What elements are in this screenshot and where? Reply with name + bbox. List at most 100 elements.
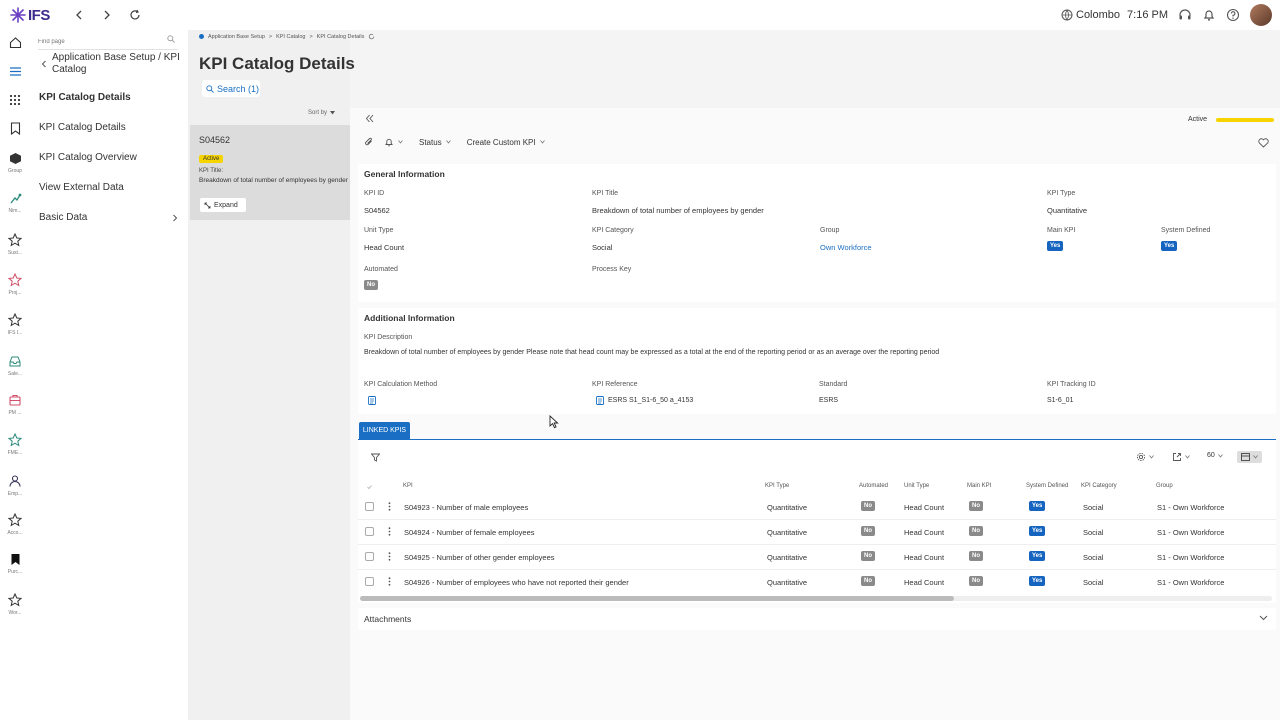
user-avatar[interactable] [1250, 4, 1272, 26]
favorite-heart-icon[interactable] [1258, 138, 1269, 148]
column-header-automated[interactable]: Automated [859, 483, 888, 489]
rail-item-sust[interactable]: Sust... [4, 233, 26, 256]
location-time[interactable]: Colombo 7:16 PM [1061, 9, 1168, 21]
kpi-type-value: Quantitative [1047, 206, 1088, 215]
chevron-down-icon [1149, 455, 1154, 459]
status-menu-button[interactable]: Status [419, 138, 451, 147]
forward-button[interactable] [93, 1, 121, 29]
nav-item-view-external-data[interactable]: View External Data [39, 182, 179, 193]
group-link[interactable]: Own Workforce [820, 243, 872, 252]
rail-item-pm[interactable]: PM ... [4, 393, 26, 416]
row-kebab-icon[interactable] [388, 552, 391, 561]
rail-item-fme[interactable]: FME... [4, 433, 26, 456]
sort-by-button[interactable]: Sort by [308, 110, 336, 116]
kpi-link[interactable]: S04925 - Number of other gender employee… [404, 553, 555, 562]
navigator-breadcrumb[interactable]: Application Base Setup / KPI Catalog [38, 52, 186, 76]
rail-item-menu[interactable] [4, 65, 26, 78]
column-header-group[interactable]: Group [1156, 483, 1173, 489]
home-dot-icon[interactable] [199, 34, 204, 39]
table-row[interactable]: S04925 - Number of other gender employee… [358, 545, 1276, 570]
column-header-system-defined[interactable]: System Defined [1026, 483, 1068, 489]
rail-item-sale[interactable]: Sale... [4, 354, 26, 377]
view-mode-button[interactable] [1237, 451, 1262, 463]
scrollbar-thumb[interactable] [360, 596, 954, 601]
column-header-main-kpi[interactable]: Main KPI [967, 483, 991, 489]
rail-item-proj[interactable]: Proj... [4, 273, 26, 296]
kpi-link[interactable]: S04926 - Number of employees who have no… [404, 578, 629, 587]
horizontal-scrollbar[interactable] [360, 596, 1272, 601]
row-kebab-icon[interactable] [388, 527, 391, 536]
rail-item-group[interactable]: Group [4, 152, 26, 174]
chevron-down-icon [1253, 455, 1258, 459]
rail-item-ifs[interactable]: IFS I... [4, 313, 26, 336]
group-link[interactable]: S1 - Own Workforce [1157, 503, 1224, 512]
caret-down-icon [330, 111, 336, 115]
group-link[interactable]: S1 - Own Workforce [1157, 553, 1224, 562]
kpi-type-cell: Quantitative [767, 528, 808, 537]
grid-export-button[interactable] [1172, 452, 1190, 462]
row-checkbox[interactable] [365, 527, 374, 536]
row-checkbox[interactable] [365, 577, 374, 586]
column-header-kpi-type[interactable]: KPI Type [765, 483, 789, 489]
record-card[interactable]: S04562 Active KPI Title: Breakdown of to… [190, 125, 350, 220]
breadcrumb-item[interactable]: Application Base Setup [208, 34, 265, 40]
cube-icon [9, 153, 21, 164]
select-all-check-icon[interactable] [367, 485, 372, 489]
tab-linked-kpis[interactable]: LINKED KPIS [359, 422, 410, 439]
kpi-id-label: KPI ID [364, 190, 385, 197]
nav-item-kpi-catalog-overview[interactable]: KPI Catalog Overview [39, 152, 179, 163]
nav-item-kpi-catalog-details[interactable]: KPI Catalog Details [39, 122, 179, 133]
rail-item-nim[interactable]: Nim... [4, 192, 26, 214]
star-icon [8, 313, 22, 327]
nav-item-basic-data[interactable]: Basic Data [39, 212, 179, 223]
ifs-logo[interactable]: IFS [10, 7, 65, 24]
kpi-link[interactable]: S04924 - Number of female employees [404, 528, 535, 537]
table-row[interactable]: S04923 - Number of male employees Quanti… [358, 495, 1276, 520]
breadcrumb-item[interactable]: KPI Catalog [276, 34, 305, 40]
refresh-button[interactable] [121, 1, 149, 29]
create-custom-kpi-button[interactable]: Create Custom KPI [467, 138, 545, 147]
row-checkbox[interactable] [365, 552, 374, 561]
kpi-reference-link[interactable]: ESRS S1_S1-6_50 a_4153 [596, 396, 693, 405]
rail-item-apps[interactable] [4, 94, 26, 106]
chevron-down-icon[interactable] [1259, 615, 1268, 621]
rail-item-bookmark[interactable] [4, 122, 26, 135]
rail-item-home[interactable] [4, 36, 26, 49]
table-row[interactable]: S04924 - Number of female employees Quan… [358, 520, 1276, 545]
notifications-button[interactable] [384, 137, 403, 147]
column-header-kpi-category[interactable]: KPI Category [1081, 483, 1117, 489]
attach-button[interactable] [364, 137, 374, 147]
collapse-list-button[interactable] [365, 114, 374, 123]
row-kebab-icon[interactable] [388, 502, 391, 511]
group-link[interactable]: S1 - Own Workforce [1157, 578, 1224, 587]
back-button[interactable] [65, 1, 93, 29]
expand-button[interactable]: Expand [200, 198, 246, 212]
document-icon[interactable] [368, 396, 376, 405]
help-icon[interactable] [1226, 8, 1240, 22]
rail-item-emp[interactable]: Emp... [4, 474, 26, 497]
status-menu-label: Status [419, 137, 442, 147]
rail-item-acco[interactable]: Acco... [4, 513, 26, 536]
table-row[interactable]: S04926 - Number of employees who have no… [358, 570, 1276, 595]
location-label: Colombo [1076, 9, 1121, 21]
nav-item-kpi-catalog-details-active[interactable]: KPI Catalog Details [39, 92, 179, 103]
breadcrumb-refresh-icon[interactable] [368, 33, 375, 40]
find-page-input[interactable] [38, 34, 178, 50]
kpi-link[interactable]: S04923 - Number of male employees [404, 503, 528, 512]
automated-badge: No [861, 551, 875, 561]
bell-icon[interactable] [1202, 8, 1216, 22]
column-header-unit-type[interactable]: Unit Type [904, 483, 929, 489]
rail-item-wor[interactable]: Wor... [4, 593, 26, 616]
row-kebab-icon[interactable] [388, 577, 391, 586]
filter-icon[interactable] [371, 453, 380, 462]
page-size-select[interactable]: 60 [1207, 452, 1223, 459]
search-button[interactable]: Search (1) [202, 80, 260, 97]
headset-icon[interactable] [1178, 8, 1192, 22]
breadcrumb-item[interactable]: KPI Catalog Details [317, 34, 365, 40]
column-header-kpi[interactable]: KPI [403, 483, 413, 489]
group-link[interactable]: S1 - Own Workforce [1157, 528, 1224, 537]
attachments-panel[interactable]: Attachments [358, 608, 1276, 630]
rail-item-purc[interactable]: Purc... [4, 553, 26, 575]
row-checkbox[interactable] [365, 502, 374, 511]
grid-settings-button[interactable] [1136, 452, 1154, 462]
